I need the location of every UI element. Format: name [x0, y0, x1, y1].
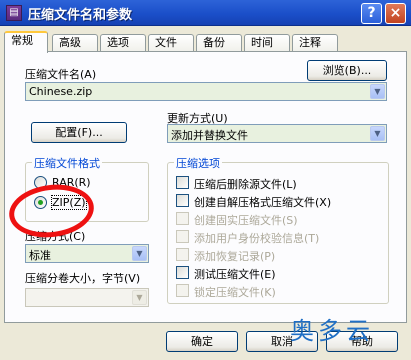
archive-name-value: Chinese.zip — [29, 85, 93, 98]
tab-time[interactable]: 时间 — [244, 34, 290, 52]
checkbox-icon — [176, 266, 189, 279]
close-button[interactable]: × — [385, 3, 406, 24]
compression-method-select[interactable]: 标准 ▼ — [25, 244, 149, 263]
update-mode-value: 添加并替换文件 — [171, 129, 248, 142]
profiles-button[interactable]: 配置(F)... — [31, 122, 127, 143]
archive-name-label: 压缩文件名(A) — [25, 68, 97, 81]
archive-format-title: 压缩文件格式 — [32, 155, 102, 171]
recovery-record-checkbox: 添加恢复记录(P) — [176, 247, 376, 263]
update-mode-select[interactable]: 添加并替换文件 ▼ — [167, 124, 387, 143]
checkbox-icon — [176, 194, 189, 207]
checkbox-icon — [176, 176, 189, 189]
tab-files[interactable]: 文件 — [148, 34, 194, 52]
option-label: 锁定压缩文件(K) — [194, 286, 276, 299]
checkbox-icon — [176, 212, 189, 225]
chevron-down-icon: ▼ — [132, 290, 147, 305]
winrar-icon: ▤ — [6, 5, 22, 21]
create-sfx-checkbox[interactable]: 创建自解压格式压缩文件(X) — [176, 193, 376, 209]
tab-backup[interactable]: 备份 — [196, 34, 242, 52]
tab-comment[interactable]: 注释 — [292, 34, 338, 52]
option-label: 创建自解压格式压缩文件(X) — [194, 196, 332, 209]
checkbox-icon — [176, 284, 189, 297]
tab-advanced[interactable]: 高级 — [52, 34, 98, 52]
archive-name-field[interactable]: Chinese.zip ▼ — [25, 82, 387, 101]
option-label: 添加恢复记录(P) — [194, 250, 276, 263]
volume-size-select: ▼ — [25, 288, 149, 307]
option-label: 测试压缩文件(E) — [194, 268, 276, 281]
tab-options[interactable]: 选项 — [100, 34, 146, 52]
chevron-down-icon[interactable]: ▼ — [132, 246, 147, 261]
window-title: 压缩文件名和参数 — [28, 8, 133, 23]
checkbox-icon — [176, 230, 189, 243]
browse-button[interactable]: 浏览(B)... — [307, 60, 387, 81]
compression-method-value: 标准 — [29, 249, 51, 262]
option-label: 添加用户身份校验信息(T) — [194, 232, 320, 245]
help-title-button[interactable]: ? — [361, 3, 382, 24]
archive-options-group: 压缩选项 压缩后删除源文件(L) 创建自解压格式压缩文件(X) 创建固实压缩文件… — [167, 155, 389, 304]
title-bar: ▤ 压缩文件名和参数 ? × — [0, 0, 411, 26]
lock-archive-checkbox: 锁定压缩文件(K) — [176, 283, 376, 299]
chevron-down-icon[interactable]: ▼ — [370, 126, 385, 141]
chevron-down-icon[interactable]: ▼ — [370, 84, 385, 99]
option-label: 创建固实压缩文件(S) — [194, 214, 298, 227]
archive-options-title: 压缩选项 — [174, 155, 222, 171]
solid-archive-checkbox: 创建固实压缩文件(S) — [176, 211, 376, 227]
delete-after-archiving-checkbox[interactable]: 压缩后删除源文件(L) — [176, 175, 376, 191]
test-archive-checkbox[interactable]: 测试压缩文件(E) — [176, 265, 376, 281]
volume-size-label: 压缩分卷大小，字节(V) — [25, 272, 141, 285]
ok-button[interactable]: 确定 — [166, 331, 238, 352]
tab-general[interactable]: 常规 — [4, 31, 48, 53]
option-label: 压缩后删除源文件(L) — [194, 178, 297, 191]
watermark: 奥多云 — [290, 317, 374, 345]
checkbox-icon — [176, 248, 189, 261]
authenticity-checkbox: 添加用户身份校验信息(T) — [176, 229, 376, 245]
